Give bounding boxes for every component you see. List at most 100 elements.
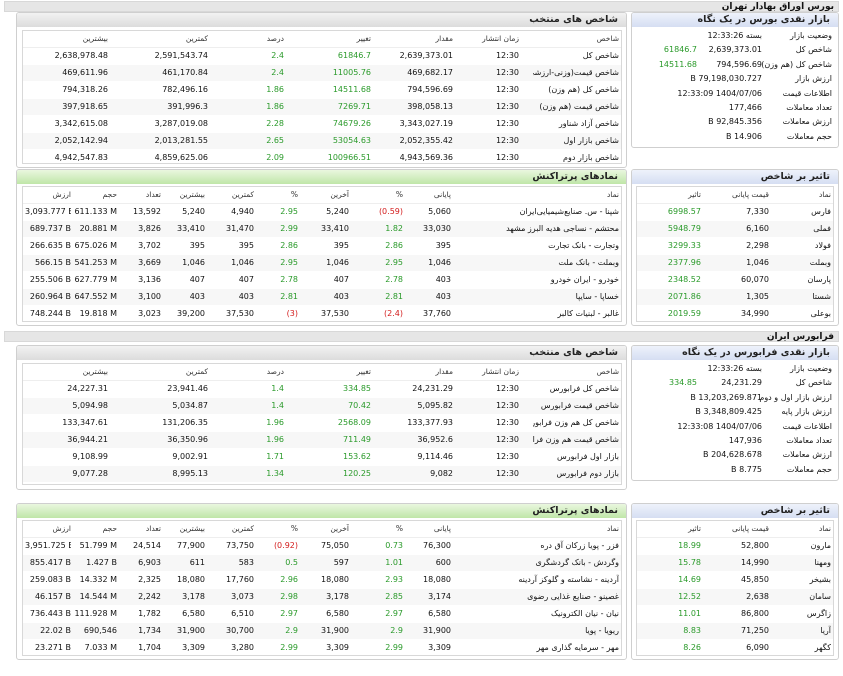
- symbol-name[interactable]: غالبر - لبنیات کالبر: [455, 306, 619, 322]
- index-row[interactable]: شاخص قیمت فرابورس 12:30 5,095.82 70.42 1.4 5,…: [23, 398, 621, 414]
- symbol-name[interactable]: غصینو - صنایع غذایی رضوی: [455, 589, 619, 605]
- impact-symbol[interactable]: ومهنا: [777, 555, 831, 571]
- glance-value: 3,348,809.425 B: [695, 407, 762, 417]
- symbol-cell: 1,046: [428, 258, 451, 267]
- symbol-name[interactable]: آردینه - نشاسته و گلوکز آردینه: [455, 572, 619, 588]
- symbol-row[interactable]: غصینو - صنایع غذایی رضوی 3,174 2.85 3,178 2.…: [23, 589, 621, 605]
- symbol-name[interactable]: فزر - پویا زرکان آق دره: [455, 538, 619, 554]
- symbol-cell: 611.133 M: [74, 207, 117, 216]
- symbol-name[interactable]: خساپا - سایپا: [455, 289, 619, 305]
- index-cell: 4,859,625.06: [154, 153, 208, 162]
- glance-value: 24,231.29: [721, 378, 762, 388]
- index-row[interactable]: شاخص کل (هم وزن) 12:30 794,596.69 14511.68 1…: [23, 82, 621, 98]
- symbol-row[interactable]: ریویا - پویا 31,900 2.9 31,900 2.9 30,700 31,9…: [23, 623, 621, 639]
- index-row[interactable]: شاخص بازار اول 12:30 2,052,355.42 53054.63 2…: [23, 133, 621, 149]
- symbol-name[interactable]: ریویا - پویا: [455, 623, 619, 639]
- symbol-name[interactable]: محتشم - نساجی هدیه البرز مشهد: [455, 221, 619, 237]
- impact-row[interactable]: شستا 1,305 2071.86: [637, 289, 833, 305]
- symbol-row[interactable]: وتجارت - بانک تجارت 395 2.86 395 2.86 395 395 3…: [23, 238, 621, 254]
- ifb-index-panel: شاخص های منتخب شاخص زمان انتشار مقدار تغییر…: [16, 345, 627, 490]
- index-row[interactable]: بازار دوم فرابورس 12:30 9,082 120.25 1.34 8,9…: [23, 466, 621, 482]
- index-cell: 12:30: [495, 136, 519, 145]
- tse-impact-title: تاثیر بر شاخص: [632, 170, 838, 184]
- index-cell: 12:30: [495, 435, 519, 444]
- impact-symbol[interactable]: زاگرس: [777, 606, 831, 622]
- impact-row[interactable]: فارس 7,330 6998.57: [637, 204, 833, 220]
- symbol-row[interactable]: خساپا - سایپا 403 2.81 403 2.81 403 403 3,100 64…: [23, 289, 621, 305]
- index-row[interactable]: شاخص بازار دوم 12:30 4,943,569.36 100966.51…: [23, 150, 621, 166]
- impact-row[interactable]: فملی 6,160 5948.79: [637, 221, 833, 237]
- impact-symbol[interactable]: شستا: [777, 289, 831, 305]
- impact-row[interactable]: ومهنا 14,990 15.78: [637, 555, 833, 571]
- index-cell: 8,995.13: [172, 469, 208, 478]
- impact-symbol[interactable]: فارس: [777, 204, 831, 220]
- index-cell: 9,002.91: [172, 452, 208, 461]
- impact-row[interactable]: فولاد 2,298 3299.33: [637, 238, 833, 254]
- impact-row[interactable]: سامان 2,638 12.52: [637, 589, 833, 605]
- symbol-row[interactable]: مهر - سرمایه گذاری مهر 3,309 2.99 3,309 2.99…: [23, 640, 621, 656]
- impact-row[interactable]: زاگرس 86,800 11.01: [637, 606, 833, 622]
- index-name: شاخص کل: [582, 51, 619, 60]
- index-cell: 131,206.35: [162, 418, 208, 427]
- impact-row[interactable]: بوعلی 34,990 2019.59: [637, 306, 833, 322]
- impact-cell: 1,305: [746, 292, 769, 301]
- impact-row[interactable]: وبملت 1,046 2377.96: [637, 255, 833, 271]
- impact-symbol[interactable]: وبملت: [777, 255, 831, 271]
- impact-row[interactable]: مارون 52,800 18.99: [637, 538, 833, 554]
- symbol-cell: 0.73: [385, 541, 403, 550]
- index-cell: 3,287,019.08: [154, 119, 208, 128]
- index-row[interactable]: بازار اول فرابورس 12:30 9,114.46 153.62 1.71…: [23, 449, 621, 465]
- symbol-name[interactable]: وگردش - بانک گردشگری: [455, 555, 619, 571]
- index-row[interactable]: شاخص کل هم وزن فرابورس 12:30 133,377.93 256…: [23, 415, 621, 431]
- impact-symbol[interactable]: پارسان: [777, 272, 831, 288]
- symbol-name[interactable]: وبملت - بانک ملت: [455, 255, 619, 271]
- impact-cell: 2348.52: [667, 275, 701, 284]
- index-row[interactable]: شاخص آزاد شناور 12:30 3,343,027.19 74679.26…: [23, 116, 621, 132]
- symbol-name[interactable]: خودرو - ایران‌ خودرو: [455, 272, 619, 288]
- index-cell: 1.4: [271, 384, 284, 393]
- ifb-active-title: نمادهای پرتراکنش: [17, 504, 626, 518]
- index-row[interactable]: شاخص قیمت هم وزن فرابو... 12:30 36,952.6 71…: [23, 432, 621, 448]
- symbol-name[interactable]: مهر - سرمایه گذاری مهر: [455, 640, 619, 656]
- symbol-row[interactable]: وبملت - بانک ملت 1,046 2.95 1,046 2.95 1,046 1…: [23, 255, 621, 271]
- index-row[interactable]: شاخص کل فرابورس 12:30 24,231.29 334.85 1.4 23…: [23, 381, 621, 397]
- symbol-row[interactable]: وگردش - بانک گردشگری 600 1.01 597 0.5 583 611 6…: [23, 555, 621, 571]
- symbol-row[interactable]: فزر - پویا زرکان آق دره 76,300 0.73 75,050 (…: [23, 538, 621, 554]
- impact-row[interactable]: بشیخر 45,850 14.69: [637, 572, 833, 588]
- impact-symbol[interactable]: بوعلی: [777, 306, 831, 322]
- symbol-cell: 18,080: [321, 575, 349, 584]
- symbol-cell: 690,546: [83, 626, 117, 635]
- symbol-name[interactable]: وتجارت - بانک تجارت: [455, 238, 619, 254]
- symbol-name[interactable]: نیان - نیان الکترونیک: [455, 606, 619, 622]
- symbol-row[interactable]: نیان - نیان الکترونیک 6,580 2.97 6,580 2.97 6…: [23, 606, 621, 622]
- index-row[interactable]: شاخص قیمت(وزنی-ارزشی) 12:30 469,682.17 1100…: [23, 65, 621, 81]
- index-name: شاخص قیمت(وزنی-ارزشی): [533, 68, 619, 77]
- symbol-row[interactable]: شپنا - س. صنایع‌شیمیایی‌ایران 5,060 (0.59)…: [23, 204, 621, 220]
- impact-symbol[interactable]: کگهر: [777, 640, 831, 656]
- impact-row[interactable]: پارسان 60,070 2348.52: [637, 272, 833, 288]
- symbol-cell: 407: [238, 275, 254, 284]
- symbol-row[interactable]: غالبر - لبنیات کالبر 37,760 (2.4) 37,530 (3)…: [23, 306, 621, 322]
- impact-symbol[interactable]: فملی: [777, 221, 831, 237]
- ifb-impact-title: تاثیر بر شاخص: [632, 504, 838, 518]
- impact-symbol[interactable]: آریا: [777, 623, 831, 639]
- impact-row[interactable]: کگهر 6,090 8.26: [637, 640, 833, 656]
- impact-symbol[interactable]: فولاد: [777, 238, 831, 254]
- symbol-name[interactable]: شپنا - س. صنایع‌شیمیایی‌ایران: [455, 204, 619, 220]
- symbol-cell: 39,200: [177, 309, 205, 318]
- symbol-row[interactable]: خودرو - ایران‌ خودرو 403 2.78 407 2.78 407 407…: [23, 272, 621, 288]
- impact-cell: 8.83: [683, 626, 701, 635]
- symbol-cell: 647.552 M: [74, 292, 117, 301]
- symbol-row[interactable]: آردینه - نشاسته و گلوکز آردینه 18,080 2.93…: [23, 572, 621, 588]
- index-row[interactable]: شاخص کل 12:30 2,639,373.01 61846.7 2.4 2,591,…: [23, 48, 621, 64]
- index-cell: 469,682.17: [407, 68, 453, 77]
- impact-cell: 52,800: [741, 541, 769, 550]
- index-row[interactable]: شاخص قیمت (هم وزن) 12:30 398,058.13 7269.71…: [23, 99, 621, 115]
- impact-symbol[interactable]: مارون: [777, 538, 831, 554]
- symbol-cell: 2,325: [138, 575, 161, 584]
- impact-row[interactable]: آریا 71,250 8.83: [637, 623, 833, 639]
- impact-symbol[interactable]: بشیخر: [777, 572, 831, 588]
- impact-symbol[interactable]: سامان: [777, 589, 831, 605]
- symbol-cell: 3,073: [231, 592, 254, 601]
- symbol-row[interactable]: محتشم - نساجی هدیه البرز مشهد 33,030 1.82 3…: [23, 221, 621, 237]
